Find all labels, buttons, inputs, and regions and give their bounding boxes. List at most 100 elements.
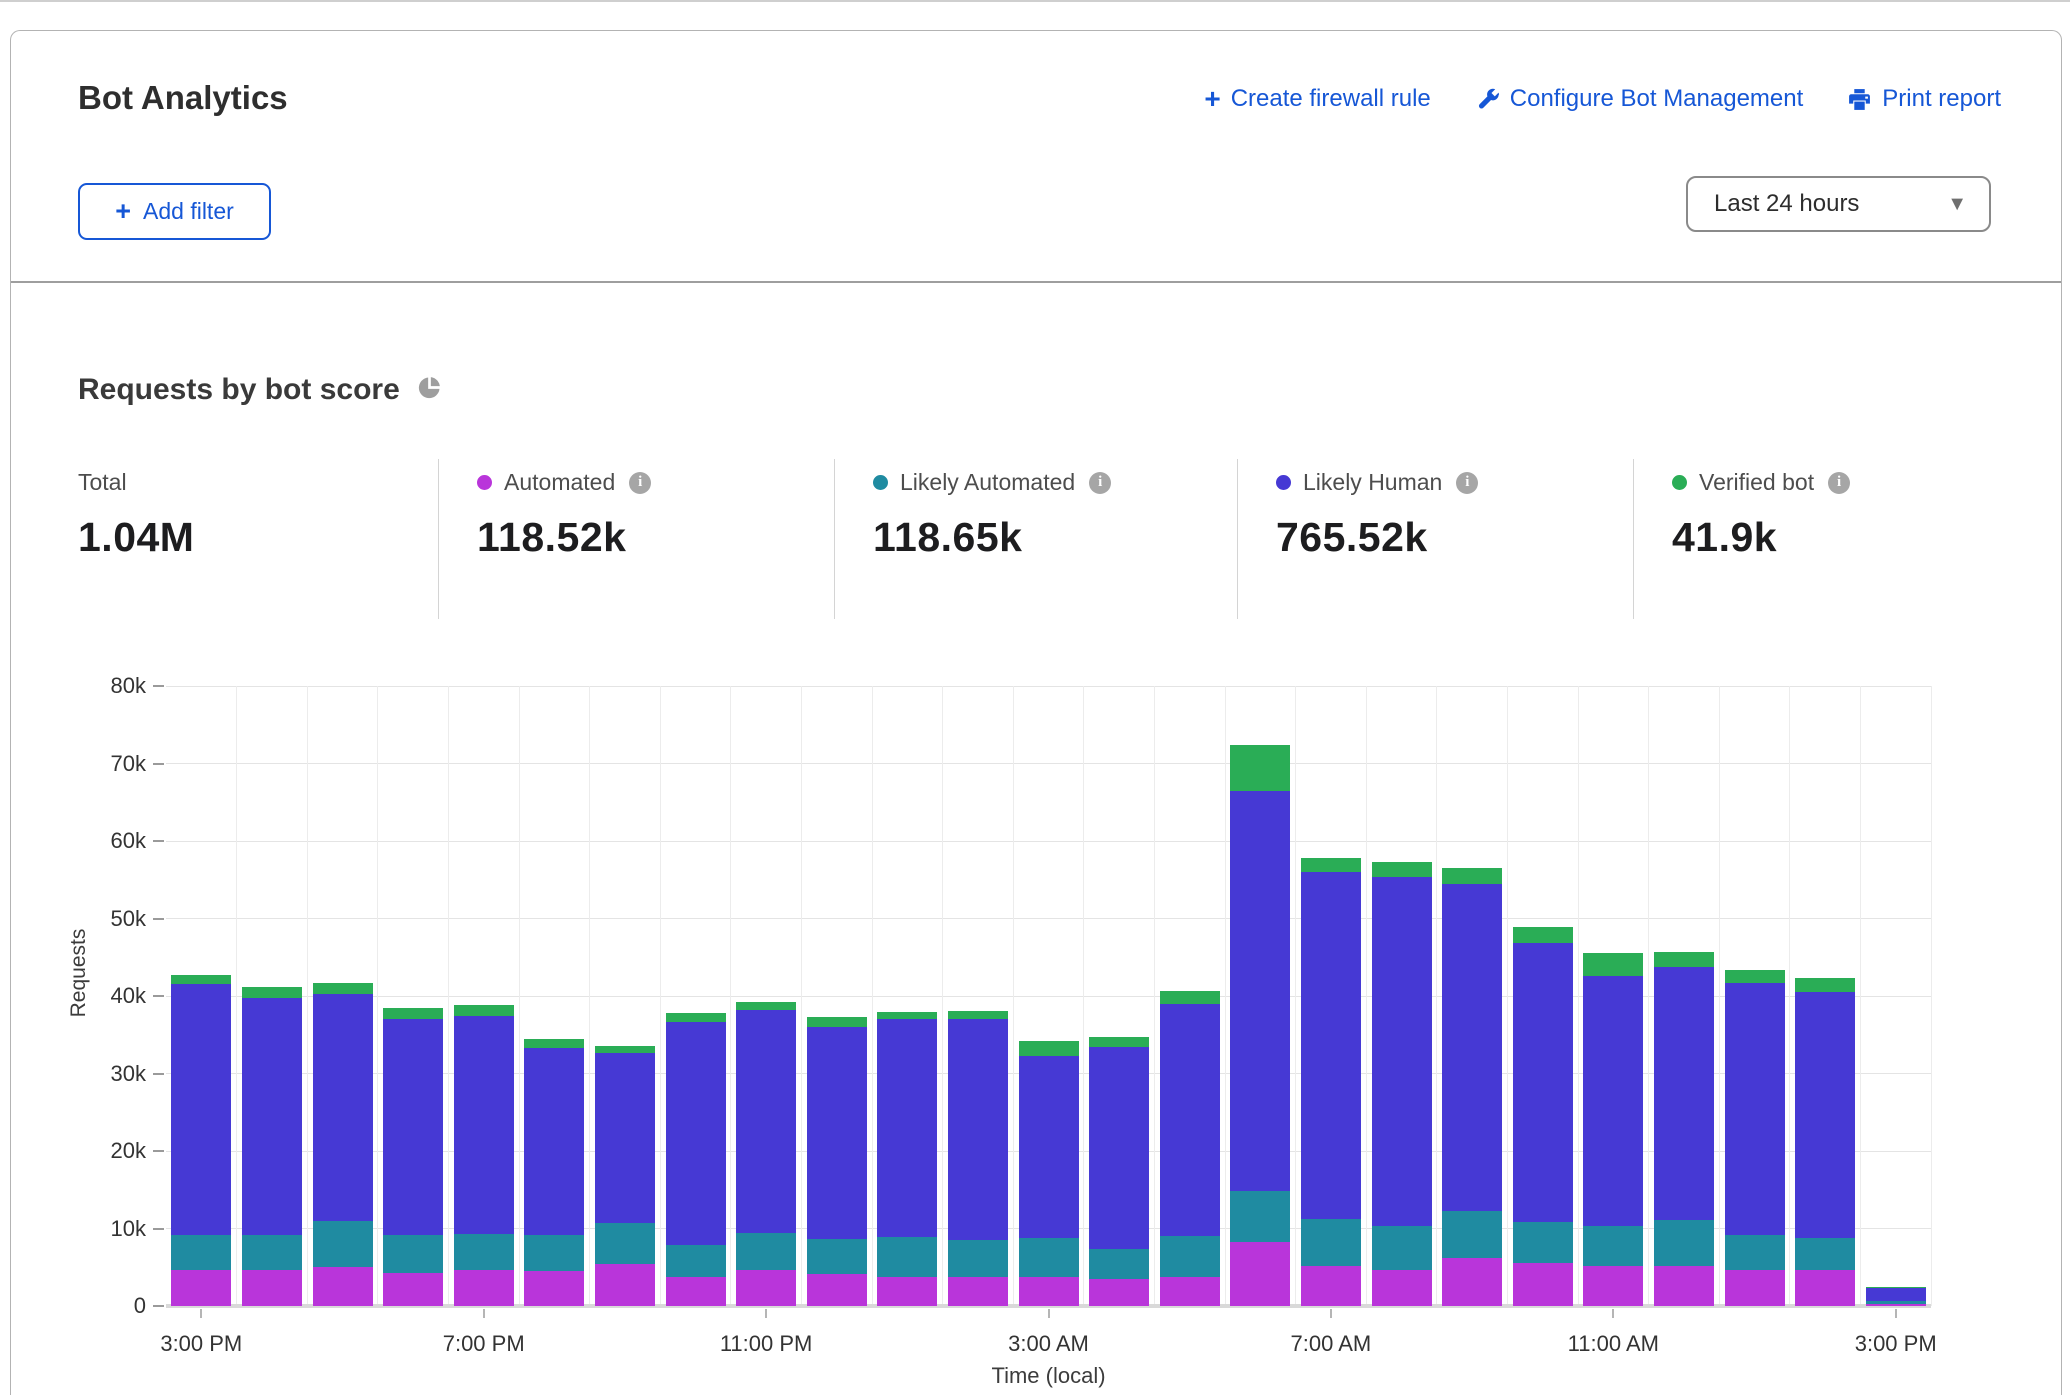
bar-segment-likely-automated[interactable]	[1372, 1226, 1432, 1269]
bar-segment-automated[interactable]	[1513, 1263, 1573, 1306]
bar-segment-likely-human[interactable]	[383, 1019, 443, 1235]
bar-segment-likely-human[interactable]	[1301, 872, 1361, 1219]
bar-segment-likely-automated[interactable]	[1230, 1191, 1290, 1242]
bar-segment-likely-human[interactable]	[1795, 992, 1855, 1238]
configure-bot-management-link[interactable]: Configure Bot Management	[1475, 85, 1804, 113]
bar-segment-likely-automated[interactable]	[948, 1240, 1008, 1276]
bar-segment-verified-bot[interactable]	[171, 975, 231, 984]
bar-segment-automated[interactable]	[1089, 1279, 1149, 1306]
bar-segment-likely-human[interactable]	[1372, 877, 1432, 1227]
bar-segment-automated[interactable]	[877, 1277, 937, 1306]
bar-segment-verified-bot[interactable]	[1442, 868, 1502, 884]
bar-segment-likely-human[interactable]	[1583, 976, 1643, 1226]
bar-segment-likely-human[interactable]	[666, 1022, 726, 1244]
bar-segment-likely-automated[interactable]	[666, 1245, 726, 1277]
bar-segment-automated[interactable]	[383, 1273, 443, 1306]
bar-segment-verified-bot[interactable]	[1372, 862, 1432, 877]
bar-segment-automated[interactable]	[1019, 1277, 1079, 1306]
bar-segment-automated[interactable]	[807, 1274, 867, 1306]
bar-segment-likely-human[interactable]	[454, 1016, 514, 1234]
bar-segment-likely-automated[interactable]	[313, 1221, 373, 1268]
bar-segment-likely-automated[interactable]	[524, 1235, 584, 1271]
bar-segment-automated[interactable]	[1372, 1270, 1432, 1306]
bar-segment-likely-automated[interactable]	[1089, 1249, 1149, 1279]
info-icon[interactable]: i	[1089, 472, 1111, 494]
bar-segment-verified-bot[interactable]	[666, 1013, 726, 1022]
bar-segment-likely-automated[interactable]	[1019, 1238, 1079, 1278]
create-firewall-rule-link[interactable]: + Create firewall rule	[1204, 85, 1430, 113]
bar-segment-likely-automated[interactable]	[1442, 1211, 1502, 1258]
bar-segment-verified-bot[interactable]	[1654, 952, 1714, 967]
bar-segment-likely-automated[interactable]	[1160, 1236, 1220, 1276]
bar-segment-likely-automated[interactable]	[454, 1234, 514, 1270]
bar-segment-likely-human[interactable]	[1866, 1287, 1926, 1300]
bar-segment-likely-automated[interactable]	[1513, 1222, 1573, 1263]
info-icon[interactable]: i	[1456, 472, 1478, 494]
bar-segment-verified-bot[interactable]	[807, 1017, 867, 1027]
bar-segment-verified-bot[interactable]	[454, 1005, 514, 1016]
bar-segment-verified-bot[interactable]	[1301, 858, 1361, 872]
bar-segment-likely-human[interactable]	[736, 1010, 796, 1233]
bar-segment-automated[interactable]	[1583, 1266, 1643, 1306]
bar-segment-verified-bot[interactable]	[242, 987, 302, 998]
bar-segment-automated[interactable]	[524, 1271, 584, 1306]
bar-segment-likely-human[interactable]	[877, 1019, 937, 1237]
add-filter-button[interactable]: + Add filter	[78, 183, 271, 240]
bar-segment-verified-bot[interactable]	[524, 1039, 584, 1048]
bar-segment-verified-bot[interactable]	[1019, 1041, 1079, 1056]
bar-segment-likely-automated[interactable]	[171, 1235, 231, 1271]
print-report-link[interactable]: Print report	[1847, 85, 2001, 113]
bar-segment-verified-bot[interactable]	[877, 1012, 937, 1020]
bar-segment-verified-bot[interactable]	[1725, 970, 1785, 983]
bar-segment-verified-bot[interactable]	[1089, 1037, 1149, 1047]
bar-segment-likely-automated[interactable]	[807, 1239, 867, 1274]
bar-segment-likely-automated[interactable]	[1301, 1219, 1361, 1266]
bar-segment-likely-automated[interactable]	[1583, 1226, 1643, 1266]
bar-segment-likely-human[interactable]	[1089, 1047, 1149, 1249]
bar-segment-automated[interactable]	[1795, 1270, 1855, 1306]
bar-segment-likely-human[interactable]	[807, 1027, 867, 1239]
bar-segment-automated[interactable]	[666, 1277, 726, 1306]
bar-segment-likely-human[interactable]	[524, 1048, 584, 1236]
bar-segment-automated[interactable]	[1301, 1266, 1361, 1306]
bar-segment-likely-automated[interactable]	[877, 1237, 937, 1277]
bar-segment-automated[interactable]	[948, 1277, 1008, 1306]
info-icon[interactable]: i	[1828, 472, 1850, 494]
bar-segment-verified-bot[interactable]	[595, 1046, 655, 1054]
bar-segment-verified-bot[interactable]	[736, 1002, 796, 1010]
bar-segment-automated[interactable]	[171, 1270, 231, 1306]
bar-segment-verified-bot[interactable]	[1866, 1287, 1926, 1288]
bar-segment-automated[interactable]	[1654, 1266, 1714, 1306]
bar-segment-likely-human[interactable]	[595, 1053, 655, 1223]
bar-segment-likely-human[interactable]	[1442, 884, 1502, 1211]
bar-segment-automated[interactable]	[595, 1264, 655, 1306]
bar-segment-verified-bot[interactable]	[948, 1011, 1008, 1020]
bar-segment-likely-human[interactable]	[1230, 791, 1290, 1192]
bar-segment-verified-bot[interactable]	[1230, 745, 1290, 791]
bar-segment-automated[interactable]	[242, 1270, 302, 1306]
bar-segment-likely-human[interactable]	[1725, 983, 1785, 1235]
bar-segment-automated[interactable]	[736, 1270, 796, 1306]
bar-segment-likely-human[interactable]	[1513, 943, 1573, 1223]
bar-segment-automated[interactable]	[1866, 1304, 1926, 1306]
bar-segment-likely-human[interactable]	[1160, 1004, 1220, 1237]
bar-segment-likely-human[interactable]	[171, 984, 231, 1234]
bar-segment-likely-automated[interactable]	[736, 1233, 796, 1269]
bar-segment-automated[interactable]	[1442, 1258, 1502, 1306]
bar-segment-likely-human[interactable]	[242, 998, 302, 1235]
bar-segment-verified-bot[interactable]	[1795, 978, 1855, 992]
bar-segment-automated[interactable]	[1160, 1277, 1220, 1306]
bar-segment-automated[interactable]	[1230, 1242, 1290, 1306]
bar-segment-verified-bot[interactable]	[1160, 991, 1220, 1003]
bar-segment-likely-human[interactable]	[948, 1019, 1008, 1240]
bar-segment-likely-automated[interactable]	[595, 1223, 655, 1264]
bar-segment-automated[interactable]	[313, 1267, 373, 1306]
bar-segment-likely-human[interactable]	[313, 994, 373, 1221]
bar-segment-likely-automated[interactable]	[1654, 1220, 1714, 1267]
bar-segment-automated[interactable]	[454, 1270, 514, 1306]
bar-segment-automated[interactable]	[1725, 1270, 1785, 1306]
info-icon[interactable]: i	[629, 472, 651, 494]
bar-segment-likely-automated[interactable]	[1866, 1301, 1926, 1304]
bar-segment-verified-bot[interactable]	[1513, 927, 1573, 943]
time-range-select[interactable]: Last 24 hours ▼	[1686, 176, 1991, 232]
